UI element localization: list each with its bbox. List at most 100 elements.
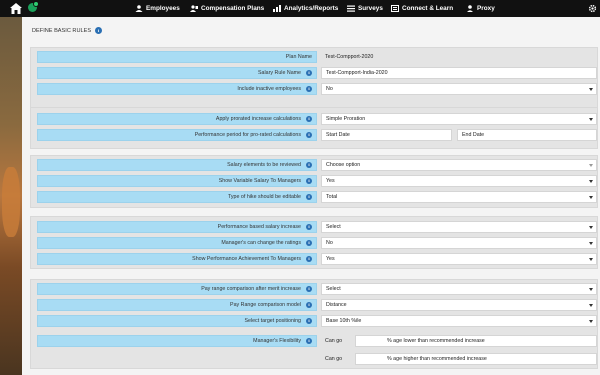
target-position-label: Select target positioning i bbox=[37, 315, 317, 327]
flexibility-label-text: Manager's Flexibility bbox=[253, 338, 301, 344]
chevron-down-icon bbox=[589, 196, 593, 199]
hike-type-select[interactable]: Total bbox=[321, 191, 597, 203]
include-inactive-select[interactable]: No bbox=[321, 83, 597, 95]
book-icon bbox=[391, 5, 399, 12]
salary-elements-label-text: Salary elements to be reviewed bbox=[227, 162, 301, 168]
perf-based-label-text: Performance based salary increase bbox=[217, 224, 301, 230]
plan-name-value: Test-Compport-2020 bbox=[325, 54, 374, 60]
salary-elements-value: Choose option bbox=[326, 162, 361, 168]
can-go-higher-label: Can go bbox=[325, 356, 343, 362]
list-icon bbox=[347, 5, 355, 12]
nav-analytics-label: Analytics/Reports bbox=[284, 5, 339, 12]
info-icon[interactable]: i bbox=[306, 256, 312, 262]
group-pay-range: Pay range comparison after merit increas… bbox=[30, 279, 598, 369]
gear-icon[interactable] bbox=[588, 4, 597, 13]
perf-period-label: Performance period for pro-rated calcula… bbox=[37, 129, 317, 141]
show-variable-value: Yes bbox=[326, 178, 335, 184]
nav-surveys[interactable]: Surveys bbox=[347, 0, 383, 17]
pay-range-model-select[interactable]: Distance bbox=[321, 299, 597, 311]
show-variable-label: Show Variable Salary To Managers i bbox=[37, 175, 317, 187]
info-icon[interactable]: i bbox=[306, 86, 312, 92]
info-icon[interactable]: i bbox=[306, 240, 312, 246]
nav-connect-learn-label: Connect & Learn bbox=[402, 5, 454, 12]
info-icon[interactable]: i bbox=[306, 178, 312, 184]
include-inactive-label-text: Include inactive employees bbox=[237, 86, 301, 92]
pay-range-merit-select[interactable]: Select bbox=[321, 283, 597, 295]
flexibility-higher-input[interactable]: % age higher than recommended increase bbox=[355, 353, 597, 365]
salary-rule-name-label-text: Salary Rule Name bbox=[258, 70, 301, 76]
info-icon[interactable]: i bbox=[306, 318, 312, 324]
chevron-down-icon bbox=[589, 258, 593, 261]
manager-change-label: Manager's can change the ratings i bbox=[37, 237, 317, 249]
chevron-down-icon bbox=[589, 118, 593, 121]
target-position-label-text: Select target positioning bbox=[244, 318, 301, 324]
hike-type-value: Total bbox=[326, 194, 338, 200]
flexibility-lower-input[interactable]: % age lower than recommended increase bbox=[355, 335, 597, 347]
perf-period-label-text: Performance period for pro-rated calcula… bbox=[194, 132, 301, 138]
show-variable-select[interactable]: Yes bbox=[321, 175, 597, 187]
info-icon[interactable]: i bbox=[306, 194, 312, 200]
info-icon[interactable]: i bbox=[306, 338, 312, 344]
chevron-down-icon bbox=[589, 226, 593, 229]
pay-range-model-value: Distance bbox=[326, 302, 347, 308]
info-icon[interactable]: i bbox=[306, 162, 312, 168]
home-icon[interactable] bbox=[10, 3, 22, 14]
show-perf-label: Show Performance Achievement To Managers… bbox=[37, 253, 317, 265]
nav-compensation-plans-label: Compensation Plans bbox=[201, 5, 265, 12]
salary-elements-select[interactable]: Choose option bbox=[321, 159, 597, 171]
plan-name-label-text: Plan Name bbox=[285, 54, 312, 60]
background-image bbox=[0, 17, 22, 375]
perf-based-select[interactable]: Select bbox=[321, 221, 597, 233]
target-position-select[interactable]: Base 10th %ile bbox=[321, 315, 597, 327]
flexibility-label: Manager's Flexibility i bbox=[37, 335, 317, 347]
nav-connect-learn[interactable]: Connect & Learn bbox=[391, 0, 453, 17]
prorated-label-text: Apply prorated increase calculations bbox=[215, 116, 301, 122]
chevron-down-icon bbox=[589, 304, 593, 307]
info-icon[interactable]: i bbox=[306, 132, 312, 138]
info-icon[interactable]: i bbox=[306, 70, 312, 76]
prorated-select[interactable]: Simple Proration bbox=[321, 113, 597, 125]
chevron-down-icon bbox=[589, 242, 593, 245]
person-icon bbox=[467, 5, 473, 12]
info-icon[interactable]: i bbox=[306, 116, 312, 122]
salary-rule-name-input[interactable]: Test-Compport-India-2020 bbox=[321, 67, 597, 79]
group-plan-details: Plan Name Test-Compport-2020 Salary Rule… bbox=[30, 47, 598, 111]
prorated-label: Apply prorated increase calculations i bbox=[37, 113, 317, 125]
pay-range-merit-label: Pay range comparison after merit increas… bbox=[37, 283, 317, 295]
include-inactive-value: No bbox=[326, 86, 333, 92]
perf-based-value: Select bbox=[326, 224, 341, 230]
can-go-lower-label: Can go bbox=[325, 338, 343, 344]
top-nav: Employees Compensation Plans Analytics/R… bbox=[0, 0, 600, 17]
chart-icon bbox=[273, 5, 281, 12]
chevron-down-icon bbox=[589, 164, 593, 167]
people-plan-icon bbox=[190, 5, 198, 12]
pay-range-model-label: Pay Range comparison model i bbox=[37, 299, 317, 311]
end-date-input[interactable]: End Date bbox=[457, 129, 597, 141]
group-proration: Apply prorated increase calculations i Si… bbox=[30, 107, 598, 149]
salary-elements-label: Salary elements to be reviewed i bbox=[37, 159, 317, 171]
manager-change-value: No bbox=[326, 240, 333, 246]
show-perf-value: Yes bbox=[326, 256, 335, 262]
show-variable-label-text: Show Variable Salary To Managers bbox=[218, 178, 301, 184]
manager-change-select[interactable]: No bbox=[321, 237, 597, 249]
notification-badge bbox=[33, 1, 39, 7]
group-performance: Performance based salary increase i Selec… bbox=[30, 216, 598, 269]
info-icon[interactable]: i bbox=[306, 302, 312, 308]
start-date-input[interactable]: Start Date bbox=[321, 129, 452, 141]
show-perf-select[interactable]: Yes bbox=[321, 253, 597, 265]
nav-employees[interactable]: Employees bbox=[135, 0, 180, 17]
main-panel: DEFINE BASIC RULES i Plan Name Test-Comp… bbox=[22, 17, 600, 375]
nav-employees-label: Employees bbox=[146, 5, 180, 12]
info-icon[interactable]: i bbox=[306, 224, 312, 230]
chevron-down-icon bbox=[589, 320, 593, 323]
chevron-down-icon bbox=[589, 288, 593, 291]
nav-proxy[interactable]: Proxy bbox=[466, 0, 495, 17]
nav-surveys-label: Surveys bbox=[358, 5, 383, 12]
nav-analytics-reports[interactable]: Analytics/Reports bbox=[273, 0, 338, 17]
nav-compensation-plans[interactable]: Compensation Plans bbox=[190, 0, 264, 17]
manager-change-label-text: Manager's can change the ratings bbox=[221, 240, 301, 246]
prorated-value: Simple Proration bbox=[326, 116, 366, 122]
info-icon[interactable]: i bbox=[95, 27, 103, 34]
nav-proxy-label: Proxy bbox=[477, 5, 495, 12]
info-icon[interactable]: i bbox=[306, 286, 312, 292]
